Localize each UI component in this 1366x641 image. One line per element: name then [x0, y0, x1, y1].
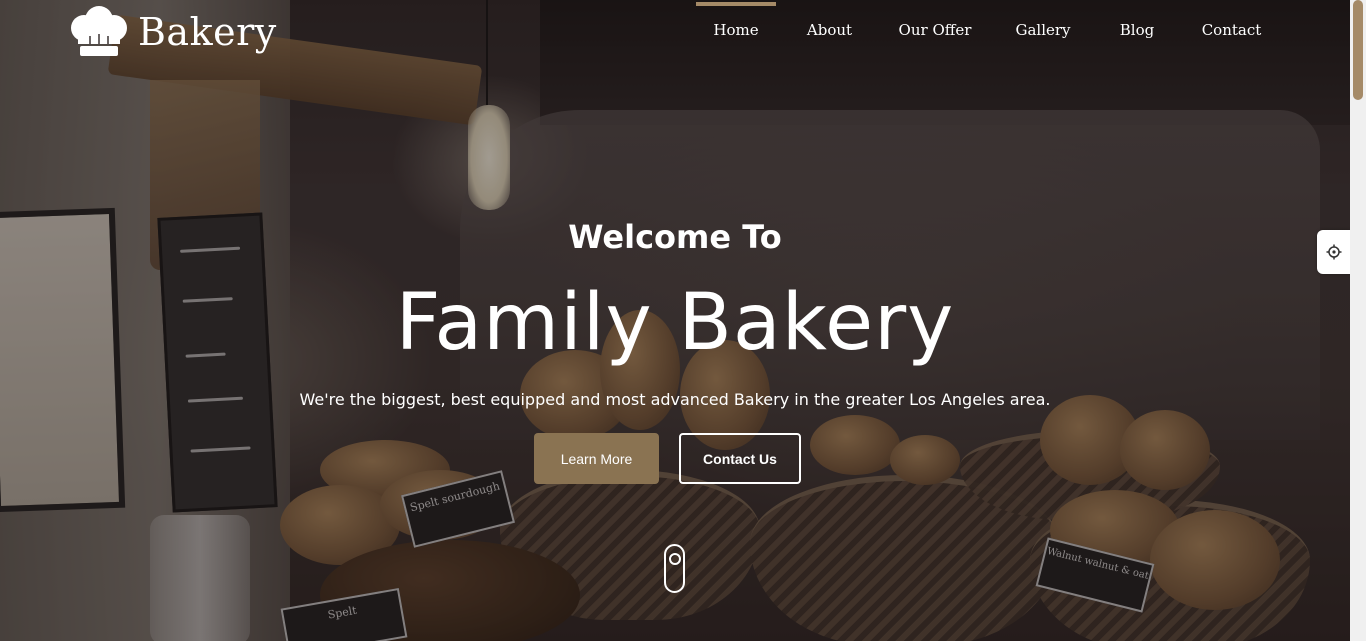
contact-us-button[interactable]: Contact Us — [679, 433, 801, 484]
scroll-dot — [669, 553, 681, 565]
settings-toggle-button[interactable] — [1317, 230, 1350, 274]
hero-title: Family Bakery — [395, 278, 955, 368]
gear-icon — [1326, 244, 1341, 260]
hero-welcome: Welcome To — [568, 218, 782, 256]
scrollbar-thumb[interactable] — [1353, 0, 1363, 100]
hero-content: Welcome To Family Bakery We're the bigge… — [0, 0, 1350, 641]
mouse-scroll-icon[interactable] — [664, 544, 685, 593]
page-scrollbar[interactable] — [1350, 0, 1366, 641]
hero-subtitle: We're the biggest, best equipped and mos… — [299, 390, 1051, 409]
learn-more-button[interactable]: Learn More — [534, 433, 659, 484]
